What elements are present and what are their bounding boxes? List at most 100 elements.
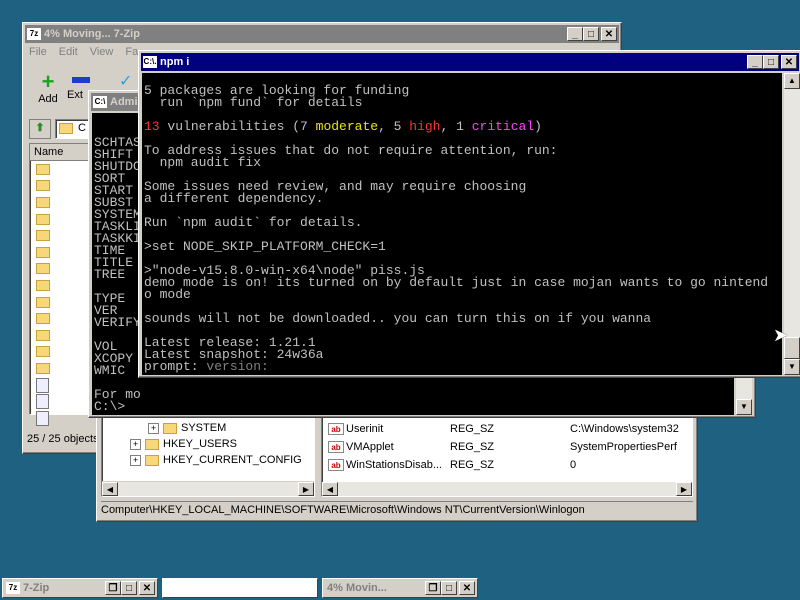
folder-icon — [36, 346, 50, 358]
scroll-down-button[interactable]: ▼ — [736, 399, 752, 415]
7zip-logo-icon: 7z — [6, 582, 20, 594]
tree-item-label: HKEY_USERS — [163, 438, 237, 450]
string-value-icon: ab — [328, 459, 344, 471]
console-line: demo mode is on! its turned on by defaul… — [144, 275, 769, 290]
console-line: npm audit fix — [144, 155, 768, 170]
value-type: REG_SZ — [450, 459, 495, 471]
console-text: npm audit fix — [144, 155, 262, 170]
tree-item[interactable]: + HKEY_USERS — [130, 438, 237, 450]
console-line: a different dependency. — [144, 192, 768, 205]
value-rows: ab Userinit REG_SZ C:\Windows\system32 ab VMA… — [322, 420, 692, 474]
console-text: vulnerabilities (7 — [159, 119, 316, 134]
console-text: high — [409, 119, 441, 134]
test-icon[interactable]: ✓ — [119, 71, 132, 91]
zip-title: 4% Moving... 7-Zip — [44, 28, 140, 40]
value-data: C:\Windows\system32 — [570, 423, 679, 435]
console-text: , 5 — [378, 119, 410, 134]
console-line: run `npm fund` for details — [144, 95, 768, 110]
npm-console[interactable]: 5 packages are looking for funding run `… — [142, 73, 782, 375]
registry-values[interactable]: ab Userinit REG_SZ C:\Windows\system32 ab VMA… — [321, 415, 693, 497]
admin-title: Admi — [110, 96, 138, 108]
console-text: demo mode is on! its turned on by defaul… — [144, 275, 769, 290]
console-text: , 1 — [440, 119, 472, 134]
maximize-button[interactable]: □ — [441, 581, 457, 595]
tree-item[interactable]: + HKEY_CURRENT_CONFIG — [130, 454, 302, 466]
expander-icon[interactable]: + — [148, 422, 159, 434]
folder-icon — [36, 230, 50, 242]
status-text: 25 / 25 objects — [27, 433, 99, 445]
maximize-button[interactable]: □ — [121, 581, 137, 595]
folder-icon — [36, 246, 50, 258]
folder-icon — [163, 422, 177, 434]
admin-prompt[interactable]: C:\> — [94, 400, 125, 413]
taskbar-item-7zip[interactable]: 7z 7-Zip ❐ □ ✕ — [2, 578, 158, 598]
console-line: 13 vulnerabilities (7 moderate, 5 high, … — [144, 119, 768, 134]
console-line: sounds will not be downloaded.. you can … — [144, 312, 768, 325]
restore-button[interactable]: ❐ — [425, 581, 441, 595]
scroll-right-button[interactable]: ▶ — [298, 482, 314, 496]
value-type: REG_SZ — [450, 423, 495, 435]
expander-icon[interactable]: + — [130, 454, 141, 466]
cmd-icon: C:\ — [93, 96, 107, 108]
npm-titlebar[interactable]: C:\. npm i _ □ ✕ — [141, 53, 799, 71]
maximize-button[interactable]: □ — [763, 55, 779, 69]
add-button[interactable]: + Add — [33, 69, 63, 106]
tree-item[interactable]: + SYSTEM — [148, 422, 226, 434]
up-folder-button[interactable]: ⬆ — [29, 119, 51, 139]
mouse-cursor-icon: ➤ — [773, 325, 789, 345]
value-name: VMApplet — [346, 441, 394, 453]
tree-item-label: SYSTEM — [181, 422, 227, 434]
registry-tree[interactable]: + SYSTEM + HKEY_USERS + HKEY_CURRENT_CON… — [101, 415, 315, 497]
console-line: >set NODE_SKIP_PLATFORM_CHECK=1 — [144, 239, 768, 254]
menu-favorites[interactable]: Fa — [125, 46, 138, 58]
console-line: o mode — [144, 288, 768, 301]
taskbar-item-moving[interactable]: 4% Movin... ❐ □ ✕ — [322, 578, 478, 598]
maximize-button[interactable]: □ — [583, 27, 599, 41]
value-data: 0 — [570, 459, 577, 471]
folder-icon — [145, 454, 159, 466]
taskbar-item-label: 7-Zip — [23, 582, 50, 594]
string-value-icon: ab — [328, 441, 344, 453]
folder-icon — [59, 123, 73, 134]
tree-hscrollbar[interactable]: ◀ ▶ — [102, 481, 314, 496]
close-button[interactable]: ✕ — [601, 27, 617, 41]
folder-icon — [36, 296, 50, 308]
console-text: moderate — [315, 119, 379, 134]
close-button[interactable]: ✕ — [781, 55, 797, 69]
minimize-button[interactable]: _ — [567, 27, 583, 41]
scroll-left-button[interactable]: ◀ — [322, 482, 338, 496]
scroll-right-button[interactable]: ▶ — [676, 482, 692, 496]
value-name: Userinit — [346, 423, 384, 435]
values-hscrollbar[interactable]: ◀ ▶ — [322, 482, 692, 496]
npm-output: 5 packages are looking for funding run `… — [142, 84, 769, 374]
folder-icon — [145, 438, 159, 450]
plus-icon: + — [41, 69, 55, 94]
console-text: ) — [534, 119, 542, 134]
menu-edit[interactable]: Edit — [59, 46, 78, 58]
menu-view[interactable]: View — [90, 46, 114, 58]
tree-item-label: HKEY_CURRENT_CONFIG — [163, 454, 302, 466]
taskbar-item-label: 4% Movin... — [327, 582, 387, 594]
scroll-up-button[interactable]: ▲ — [784, 73, 800, 89]
table-row[interactable]: ab WinStationsDisab... REG_SZ 0 — [322, 456, 692, 474]
console-text: run `npm fund` for details — [144, 95, 363, 110]
close-button[interactable]: ✕ — [459, 581, 475, 595]
expander-icon[interactable]: + — [130, 438, 141, 450]
file-icon — [36, 394, 49, 410]
table-row[interactable]: ab VMApplet REG_SZ SystemPropertiesPerf — [322, 438, 692, 456]
minimize-button[interactable]: _ — [747, 55, 763, 69]
taskbar-item-blank[interactable] — [162, 578, 318, 598]
scroll-down-button[interactable]: ▼ — [784, 359, 800, 375]
zip-titlebar[interactable]: 7z 4% Moving... 7-Zip _ □ ✕ — [25, 25, 619, 43]
restore-button[interactable]: ❐ — [105, 581, 121, 595]
console-text: >set NODE_SKIP_PLATFORM_CHECK=1 — [144, 239, 386, 254]
close-button[interactable]: ✕ — [139, 581, 155, 595]
minus-icon — [72, 77, 90, 83]
registry-path: Computer\HKEY_LOCAL_MACHINE\SOFTWARE\Mic… — [101, 504, 585, 516]
console-text: prompt: — [144, 359, 207, 374]
table-row[interactable]: ab Userinit REG_SZ C:\Windows\system32 — [322, 420, 692, 438]
menu-file[interactable]: File — [29, 46, 47, 58]
console-line: For mo — [94, 387, 141, 402]
console-text: Run `npm audit` for details. — [144, 215, 363, 230]
scroll-left-button[interactable]: ◀ — [102, 482, 118, 496]
